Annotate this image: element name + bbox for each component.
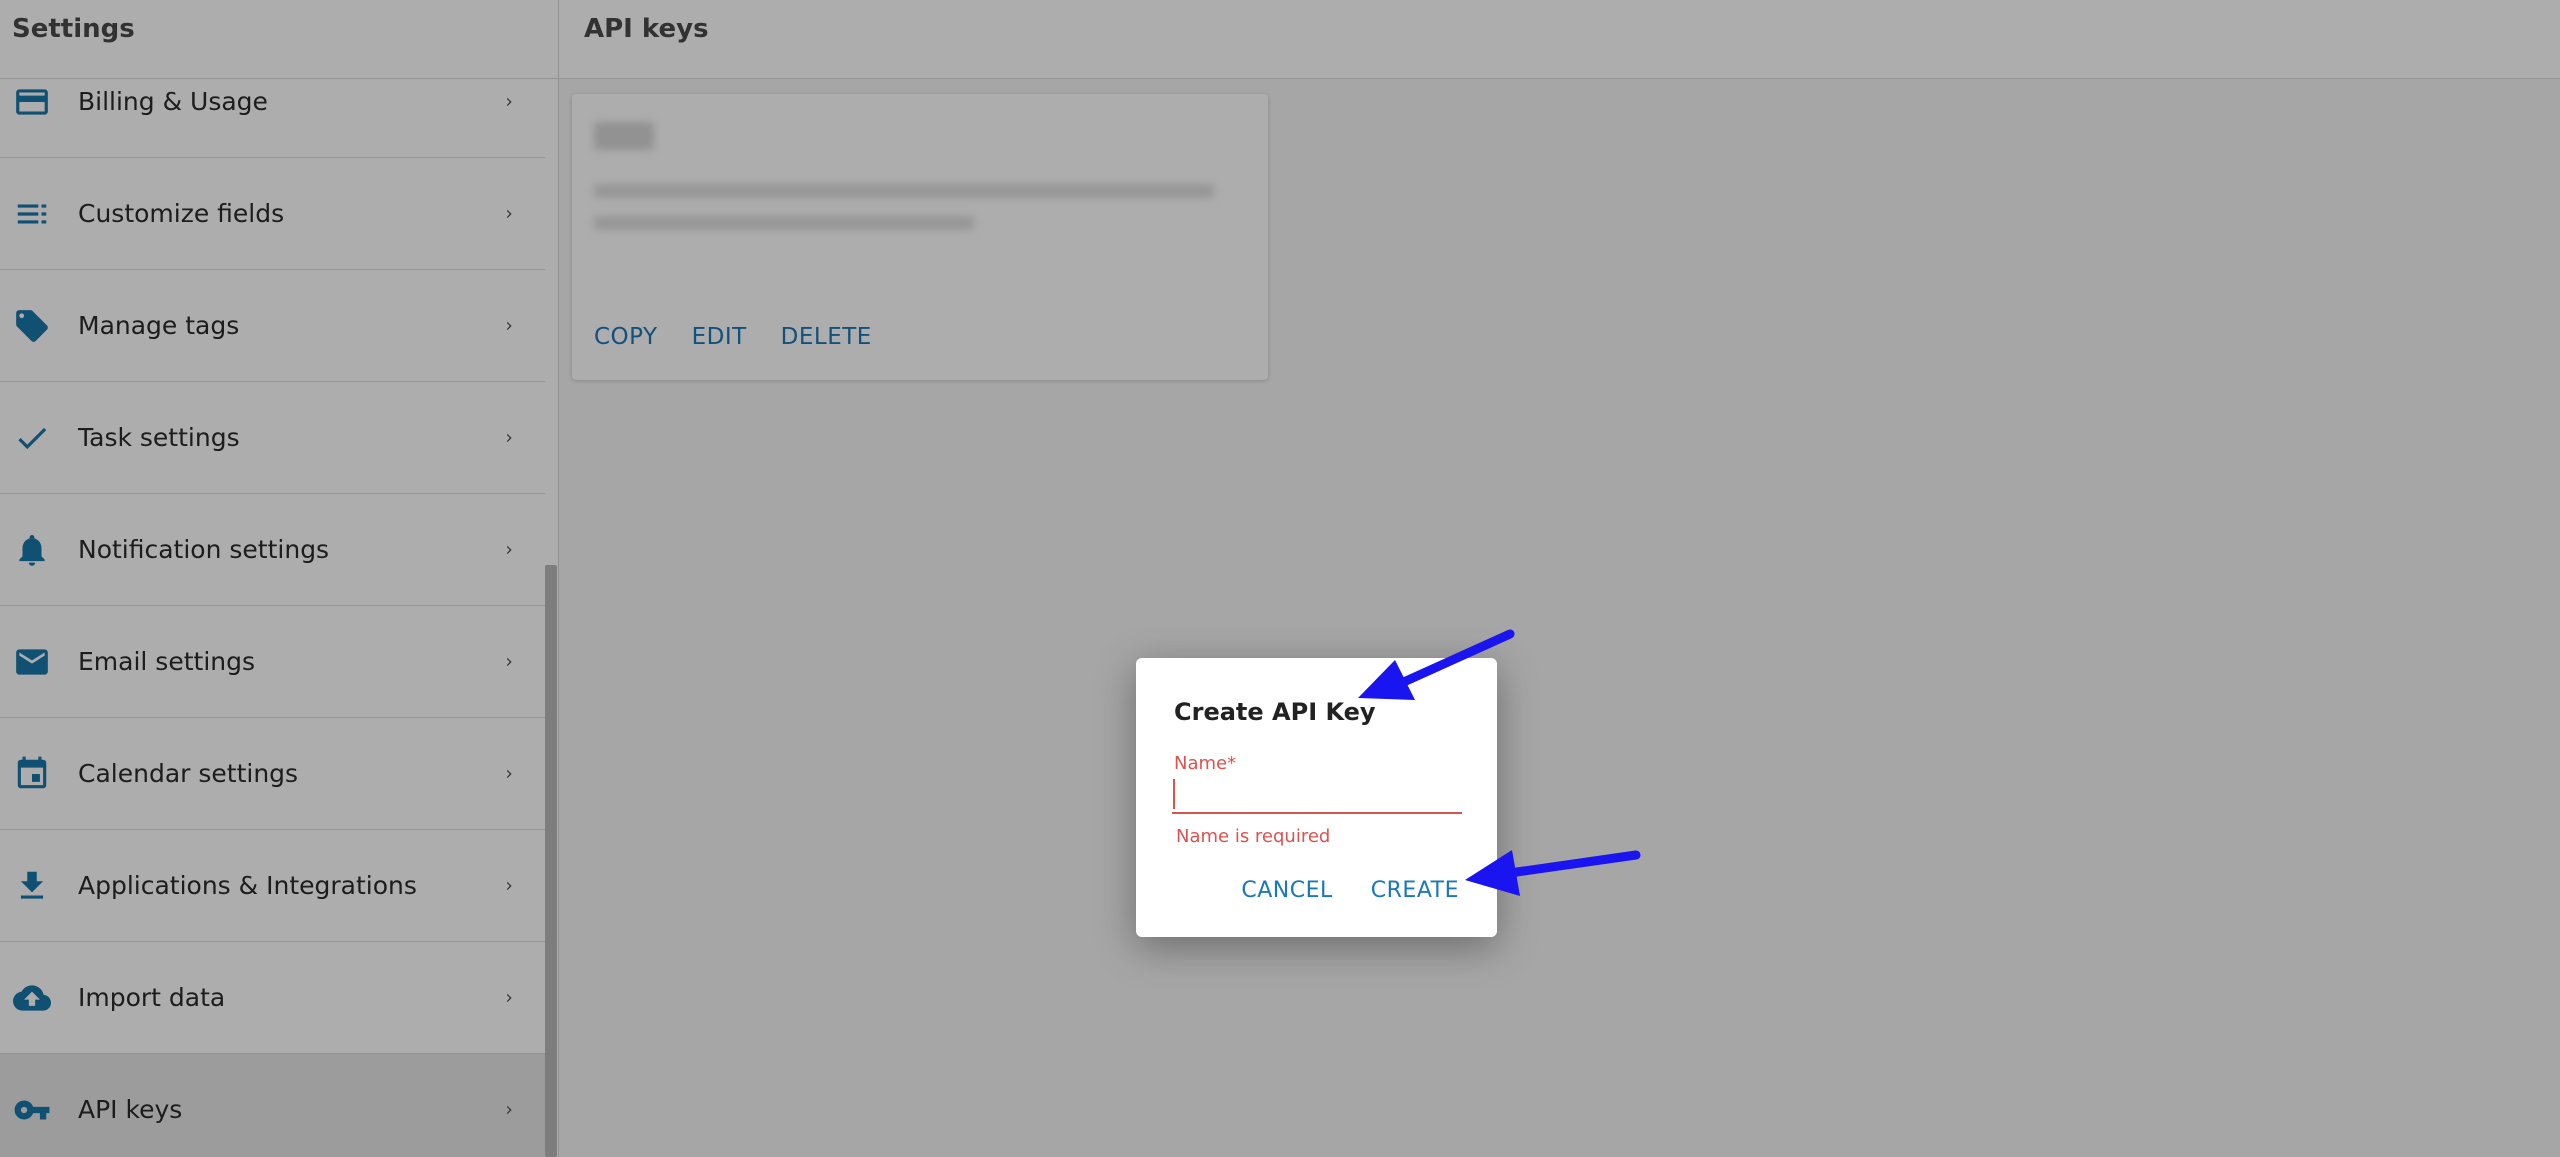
dialog-title: Create API Key: [1174, 698, 1376, 726]
text-cursor: [1173, 779, 1175, 809]
name-error-message: Name is required: [1176, 826, 1331, 847]
modal-backdrop[interactable]: [0, 0, 2560, 1157]
dialog-actions: CANCEL CREATE: [1241, 878, 1459, 903]
cancel-button[interactable]: CANCEL: [1241, 878, 1332, 903]
name-input[interactable]: [1172, 776, 1462, 814]
name-field-label: Name*: [1174, 753, 1237, 774]
app-window: Settings Billing & Usage Customize field…: [0, 0, 2560, 1157]
create-api-key-dialog: Create API Key Name* Name is required CA…: [1136, 658, 1497, 937]
create-button[interactable]: CREATE: [1371, 878, 1459, 903]
